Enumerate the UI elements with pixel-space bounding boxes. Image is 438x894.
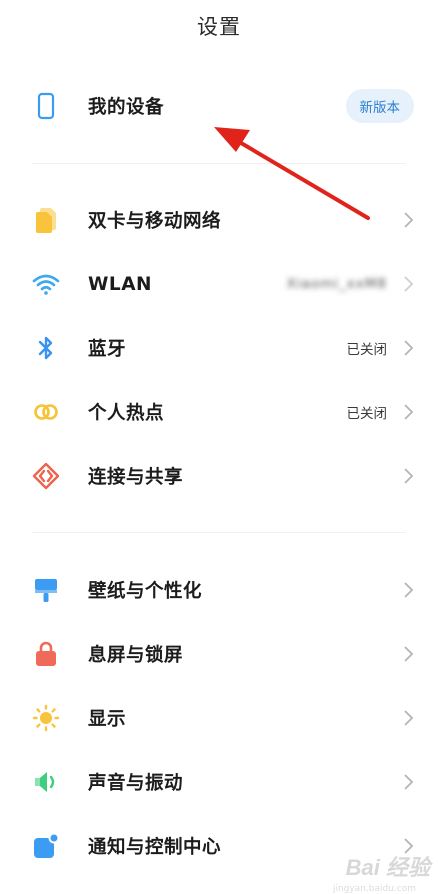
speaker-icon <box>32 768 60 796</box>
wlan-network-name: Xiaomi_xxM8 <box>286 276 387 292</box>
wifi-icon <box>32 270 60 298</box>
connection-sharing-row[interactable]: 连接与共享 <box>0 444 438 508</box>
sim-mobile-network-row[interactable]: 双卡与移动网络 <box>0 188 438 252</box>
divider <box>32 532 406 533</box>
personal-hotspot-row[interactable]: 个人热点 已关闭 <box>0 380 438 444</box>
my-device-label: 我的设备 <box>88 97 165 118</box>
sun-icon <box>32 704 60 732</box>
sim-cards-icon <box>32 206 60 234</box>
top-bar: 设置 <box>0 0 438 56</box>
chevron-right-icon <box>404 276 414 292</box>
bluetooth-status: 已关闭 <box>346 342 388 358</box>
display-row[interactable]: 显示 <box>0 686 438 750</box>
display-label: 显示 <box>88 709 127 730</box>
watermark-url: jingyan.baidu.com <box>332 884 416 894</box>
connection-sharing-label: 连接与共享 <box>88 467 184 488</box>
chevron-right-icon <box>404 468 414 484</box>
wlan-row[interactable]: WLAN Xiaomi_xxM8 <box>0 252 438 316</box>
chevron-right-icon <box>404 340 414 356</box>
chevron-right-icon <box>404 582 414 598</box>
chevron-right-icon <box>404 710 414 726</box>
lock-icon <box>32 640 60 668</box>
screen-lock-row[interactable]: 息屏与锁屏 <box>0 622 438 686</box>
hotspot-status: 已关闭 <box>346 406 388 422</box>
sound-vibration-label: 声音与振动 <box>88 773 184 794</box>
share-diamond-icon <box>32 462 60 490</box>
chevron-right-icon <box>404 646 414 662</box>
paint-roller-icon <box>32 576 60 604</box>
bluetooth-row[interactable]: 蓝牙 已关闭 <box>0 316 438 380</box>
baidu-watermark: Bai 经验 jingyan.baidu.com <box>333 850 430 894</box>
notification-square-icon <box>32 832 60 860</box>
chevron-right-icon <box>404 404 414 420</box>
wlan-label: WLAN <box>88 273 152 295</box>
notification-control-center-label: 通知与控制中心 <box>88 837 222 858</box>
wallpaper-personalization-label: 壁纸与个性化 <box>88 581 203 602</box>
my-device-row[interactable]: 我的设备 新版本 <box>0 74 438 138</box>
screen-lock-label: 息屏与锁屏 <box>88 645 184 666</box>
watermark-logo: Bai 经验 <box>345 855 430 880</box>
hotspot-rings-icon <box>32 398 60 426</box>
bluetooth-label: 蓝牙 <box>88 339 127 360</box>
new-version-badge[interactable]: 新版本 <box>345 89 414 123</box>
chevron-right-icon <box>404 212 414 228</box>
sim-mobile-network-label: 双卡与移动网络 <box>88 211 222 232</box>
phone-outline-icon <box>32 92 60 120</box>
chevron-right-icon <box>404 774 414 790</box>
bluetooth-icon <box>32 334 60 362</box>
divider <box>32 163 406 164</box>
page-title: 设置 <box>197 15 241 39</box>
sound-vibration-row[interactable]: 声音与振动 <box>0 750 438 814</box>
personal-hotspot-label: 个人热点 <box>88 403 165 424</box>
wallpaper-personalization-row[interactable]: 壁纸与个性化 <box>0 558 438 622</box>
